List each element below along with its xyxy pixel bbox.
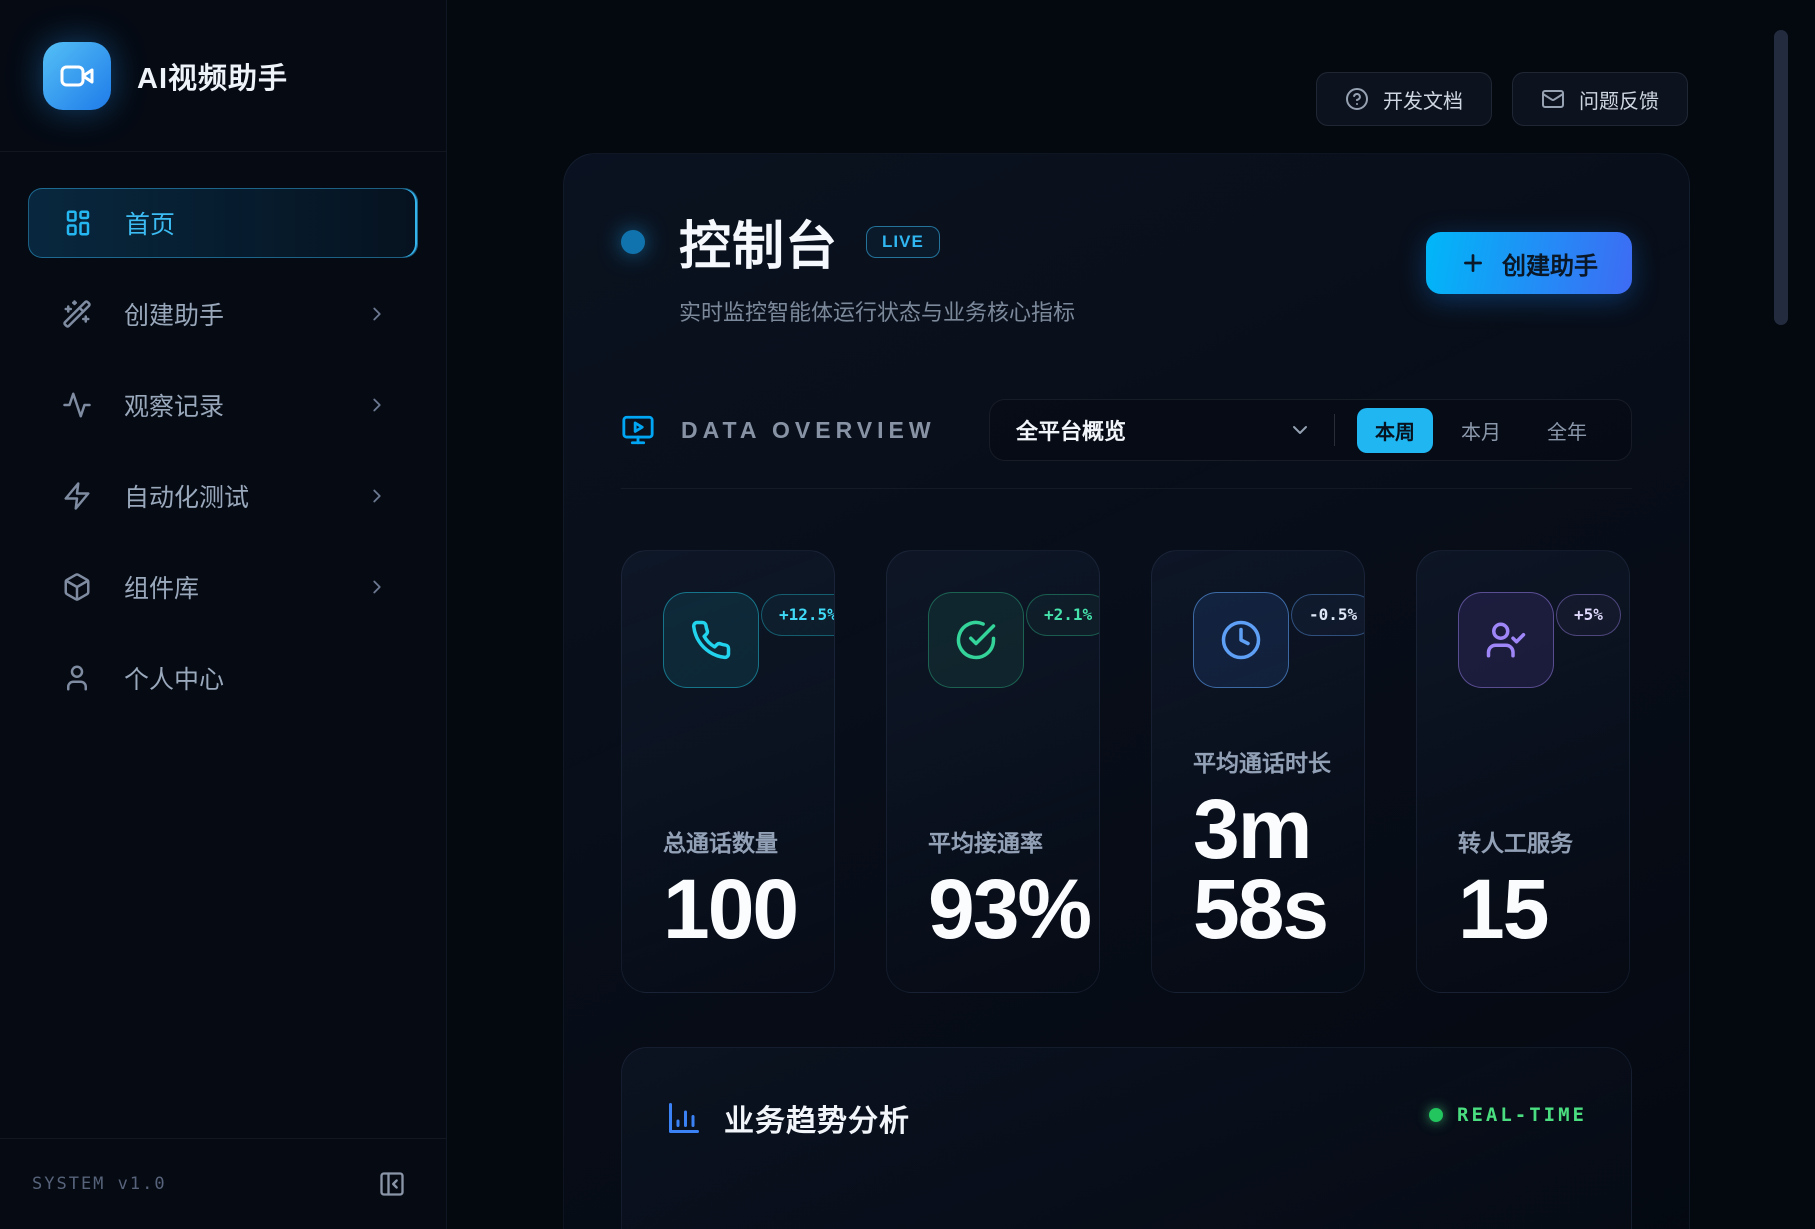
feedback-button[interactable]: 问题反馈 <box>1512 72 1688 126</box>
system-version: SYSTEM v1.0 <box>32 1174 167 1194</box>
activity-pulse-icon <box>62 390 92 420</box>
phone-icon <box>663 592 759 688</box>
app-title: AI视频助手 <box>137 55 288 97</box>
sidebar-nav: 首页 创建助手 观察记录 自动化测试 <box>0 152 446 713</box>
stat-card-answer-rate: +2.1% 平均接通率 93% <box>886 550 1100 993</box>
create-assistant-button[interactable]: 创建助手 <box>1426 232 1632 294</box>
chevron-right-icon <box>366 485 388 507</box>
delta-badge: -0.5% <box>1291 594 1365 636</box>
stat-label: 转人工服务 <box>1458 824 1619 858</box>
tab-this-year[interactable]: 全年 <box>1529 408 1605 453</box>
console-header: 控制台 LIVE 实时监控智能体运行状态与业务核心指标 创建助手 <box>621 204 1632 327</box>
chevron-right-icon <box>366 394 388 416</box>
monitor-play-icon <box>621 413 655 447</box>
section-label: DATA OVERVIEW <box>681 417 936 444</box>
scrollbar-thumb[interactable] <box>1774 30 1788 325</box>
stat-label: 平均接通率 <box>928 824 1089 858</box>
green-dot-icon <box>1429 1108 1443 1122</box>
sidebar-item-automation-test[interactable]: 自动化测试 <box>28 461 418 531</box>
sidebar-item-label: 个人中心 <box>124 660 224 696</box>
realtime-label: REAL-TIME <box>1457 1104 1587 1126</box>
page-title: 控制台 <box>679 204 838 279</box>
stats-row: +12.5% 总通话数量 100 +2.1% 平均接通率 93% <box>621 550 1632 993</box>
dev-docs-button[interactable]: 开发文档 <box>1316 72 1492 126</box>
delta-badge: +2.1% <box>1026 594 1100 636</box>
topbar: 开发文档 问题反馈 <box>1316 72 1688 126</box>
cube-icon <box>62 572 92 602</box>
platform-dropdown[interactable]: 全平台概览 <box>1016 414 1312 446</box>
trend-analysis-card: 业务趋势分析 REAL-TIME <box>621 1047 1632 1229</box>
dashboard-icon <box>63 208 93 238</box>
page-subtitle: 实时监控智能体运行状态与业务核心指标 <box>679 295 1075 327</box>
feedback-label: 问题反馈 <box>1579 85 1659 114</box>
check-circle-icon <box>928 592 1024 688</box>
sidebar-item-label: 创建助手 <box>124 296 224 332</box>
help-circle-icon <box>1345 87 1369 111</box>
sidebar-item-label: 首页 <box>125 205 175 241</box>
tab-this-week[interactable]: 本周 <box>1357 408 1433 453</box>
chevron-right-icon <box>366 576 388 598</box>
sidebar-item-label: 观察记录 <box>124 387 224 423</box>
divider <box>621 488 1632 489</box>
chevron-down-icon <box>1288 418 1312 442</box>
clock-icon <box>1193 592 1289 688</box>
sidebar-item-observation-log[interactable]: 观察记录 <box>28 370 418 440</box>
trend-title: 业务趋势分析 <box>724 1096 910 1140</box>
mail-icon <box>1541 87 1565 111</box>
stat-value: 15 <box>1458 870 1619 950</box>
stat-card-human-transfer: +5% 转人工服务 15 <box>1416 550 1630 993</box>
tab-this-month[interactable]: 本月 <box>1443 408 1519 453</box>
stat-card-total-calls: +12.5% 总通话数量 100 <box>621 550 835 993</box>
stat-card-avg-duration: -0.5% 平均通话时长 3m 58s <box>1151 550 1365 993</box>
stat-value: 93% <box>928 870 1089 950</box>
platform-dropdown-value: 全平台概览 <box>1016 414 1126 446</box>
stat-value: 100 <box>663 870 824 950</box>
data-overview-row: DATA OVERVIEW 全平台概览 本周 本月 全年 <box>621 399 1632 461</box>
sidebar-item-profile[interactable]: 个人中心 <box>28 643 418 713</box>
create-assistant-label: 创建助手 <box>1502 246 1598 281</box>
stat-label: 总通话数量 <box>663 824 824 858</box>
user-check-icon <box>1458 592 1554 688</box>
realtime-status: REAL-TIME <box>1429 1104 1587 1126</box>
sidebar-item-label: 自动化测试 <box>124 478 249 514</box>
divider <box>1334 414 1335 446</box>
chevron-right-icon <box>366 303 388 325</box>
plus-icon <box>1460 250 1486 276</box>
lightning-icon <box>62 481 92 511</box>
sidebar-footer: SYSTEM v1.0 <box>0 1138 446 1229</box>
sidebar-item-label: 组件库 <box>124 569 199 605</box>
magic-wand-icon <box>62 299 92 329</box>
app-header: AI视频助手 <box>0 0 446 152</box>
period-tabs: 本周 本月 全年 <box>1357 408 1605 453</box>
user-icon <box>62 663 92 693</box>
live-badge: LIVE <box>866 226 940 258</box>
stat-value: 3m 58s <box>1193 790 1354 950</box>
stat-label: 平均通话时长 <box>1193 744 1354 778</box>
video-camera-icon <box>43 42 111 110</box>
delta-badge: +5% <box>1556 594 1621 636</box>
dev-docs-label: 开发文档 <box>1383 85 1463 114</box>
status-dot <box>621 230 645 254</box>
collapse-sidebar-icon[interactable] <box>378 1170 406 1198</box>
sidebar: AI视频助手 首页 创建助手 观察记录 <box>0 0 447 1229</box>
bar-chart-icon <box>666 1100 702 1136</box>
console-panel: 控制台 LIVE 实时监控智能体运行状态与业务核心指标 创建助手 DATA OV… <box>563 153 1690 1229</box>
overview-controls: 全平台概览 本周 本月 全年 <box>989 399 1632 461</box>
delta-badge: +12.5% <box>761 594 835 636</box>
sidebar-item-component-library[interactable]: 组件库 <box>28 552 418 622</box>
sidebar-item-create-assistant[interactable]: 创建助手 <box>28 279 418 349</box>
sidebar-item-home[interactable]: 首页 <box>28 188 418 258</box>
